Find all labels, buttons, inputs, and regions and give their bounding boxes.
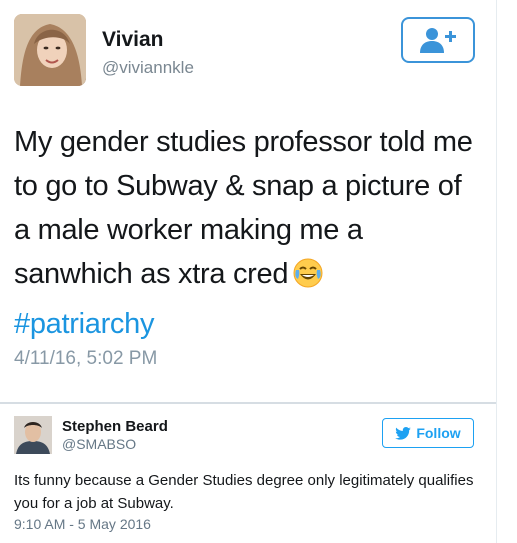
reply-follow-button[interactable]: Follow (382, 418, 474, 448)
divider (0, 402, 497, 404)
follow-button[interactable] (401, 17, 475, 63)
follow-label: Follow (416, 425, 461, 441)
author-name[interactable]: Vivian (102, 28, 163, 52)
reply-text: Its funny because a Gender Studies degre… (14, 472, 474, 512)
edge-line (496, 0, 497, 543)
laughing-emoji-icon (292, 257, 324, 302)
hashtag-link[interactable]: #patriarchy (14, 308, 154, 340)
reply-author-handle[interactable]: @SMABSO (62, 436, 136, 452)
tweet-body: My gender studies professor told me to g… (14, 126, 473, 290)
reply-author-name[interactable]: Stephen Beard (62, 418, 168, 435)
twitter-bird-icon (395, 426, 412, 440)
main-tweet: Vivian @viviannkle My gender studies pro… (0, 0, 497, 402)
person-plus-icon (420, 28, 456, 53)
author-handle[interactable]: @viviannkle (102, 58, 194, 78)
tweet-screenshot: Vivian @viviannkle My gender studies pro… (0, 0, 517, 543)
tweet-timestamp[interactable]: 4/11/16, 5:02 PM (14, 348, 157, 370)
tweet-text: My gender studies professor told me to g… (14, 120, 484, 346)
reply-avatar[interactable] (14, 416, 52, 454)
reply-timestamp[interactable]: 9:10 AM - 5 May 2016 (14, 516, 151, 532)
avatar[interactable] (14, 14, 86, 86)
